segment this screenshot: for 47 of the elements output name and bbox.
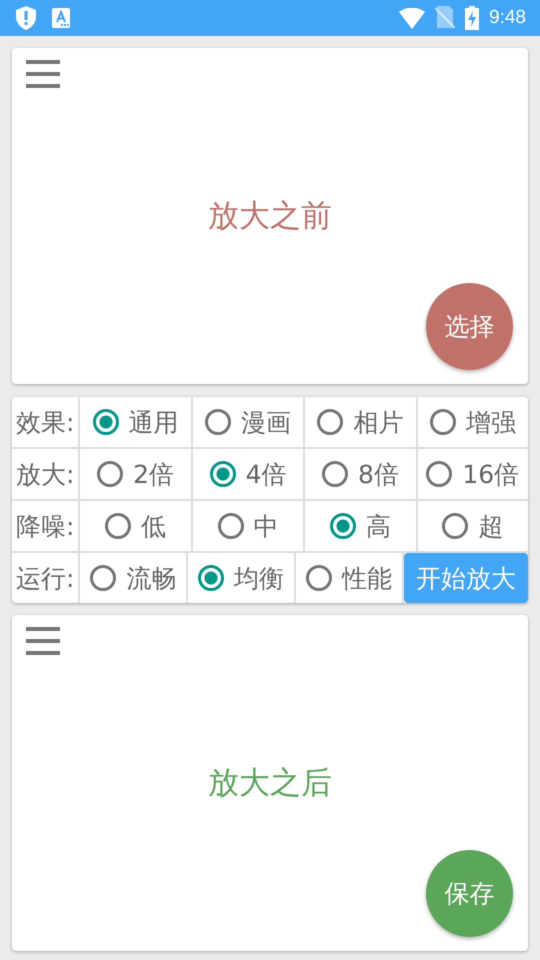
option-text: 性能 xyxy=(342,562,392,594)
option-text: 相片 xyxy=(353,406,404,438)
option-label: 降噪: xyxy=(12,501,80,551)
menu-icon[interactable] xyxy=(26,60,60,88)
radio-button[interactable] xyxy=(205,409,232,435)
menu-icon[interactable] xyxy=(26,627,60,655)
option-text: 均衡 xyxy=(234,562,284,594)
radio-button[interactable] xyxy=(105,513,132,539)
option-text: 16倍 xyxy=(462,458,520,490)
clock-time: 9:48 xyxy=(489,7,526,29)
option-text: 超 xyxy=(478,510,504,542)
wifi-icon xyxy=(399,8,426,28)
no-sim-icon xyxy=(435,6,456,30)
shield-alert-icon xyxy=(16,6,36,30)
option-text: 低 xyxy=(141,510,166,542)
option-text: 高 xyxy=(366,510,391,542)
start-button[interactable]: 开始放大 xyxy=(404,553,528,603)
option-text: 8倍 xyxy=(358,458,399,490)
radio-button[interactable] xyxy=(317,409,344,435)
radio-button[interactable] xyxy=(97,461,124,487)
option-text: 流畅 xyxy=(126,562,176,594)
radio-button[interactable] xyxy=(92,409,119,435)
radio-button[interactable] xyxy=(218,513,244,539)
radio-button[interactable] xyxy=(426,461,452,487)
radio-button[interactable] xyxy=(210,461,236,487)
option-text: 增强 xyxy=(466,406,516,438)
battery-charging-icon xyxy=(465,6,480,30)
option-text: 漫画 xyxy=(241,406,292,438)
option-label: 放大: xyxy=(12,449,80,499)
radio-button[interactable] xyxy=(90,565,116,591)
keyboard-icon xyxy=(52,8,70,28)
radio-button[interactable] xyxy=(442,513,468,539)
save-button[interactable]: 保存 xyxy=(426,850,513,937)
option-text: 4倍 xyxy=(246,458,286,490)
radio-button[interactable] xyxy=(322,461,348,487)
radio-button[interactable] xyxy=(430,409,456,435)
option-label: 运行: xyxy=(12,553,80,603)
placeholder-caption: 放大之后 xyxy=(208,764,332,803)
radio-button[interactable] xyxy=(198,565,224,591)
option-label: 效果: xyxy=(12,397,80,447)
select-button[interactable]: 选择 xyxy=(426,283,513,370)
radio-button[interactable] xyxy=(306,565,332,591)
placeholder-caption: 放大之前 xyxy=(208,197,332,236)
option-text: 通用 xyxy=(128,406,179,438)
option-text: 2倍 xyxy=(133,458,174,490)
option-text: 中 xyxy=(254,510,279,542)
radio-button[interactable] xyxy=(330,513,356,539)
